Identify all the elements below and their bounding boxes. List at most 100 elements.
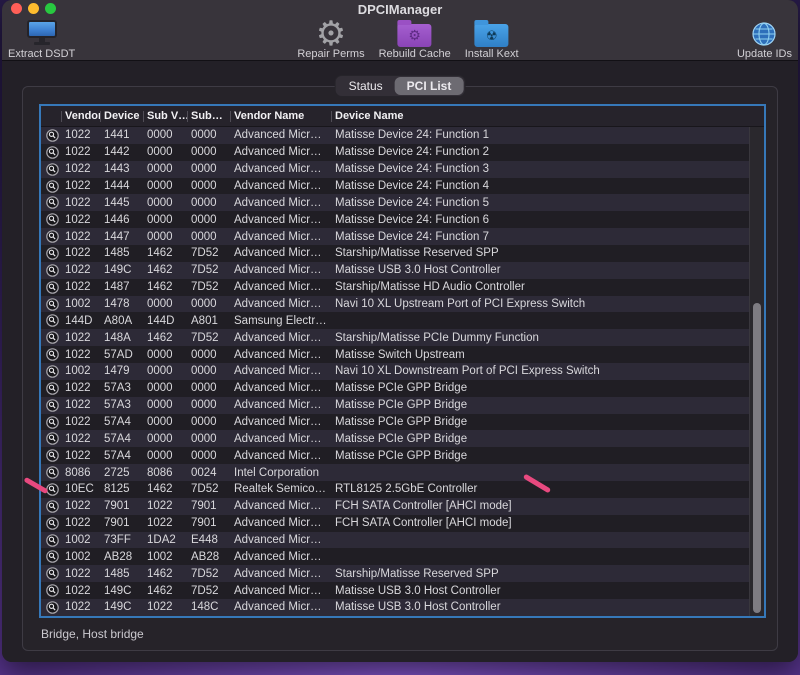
column-header-sub-vendor[interactable]: Sub V… — [143, 106, 187, 127]
table-row[interactable]: 102257A400000000Advanced Micr…Matisse PC… — [41, 430, 749, 447]
table-cell: 1022 — [61, 245, 100, 262]
table-cell: 1441 — [100, 127, 143, 144]
table-row[interactable]: 1022144200000000Advanced Micr…Matisse De… — [41, 144, 749, 161]
magnifier-icon[interactable] — [41, 430, 61, 447]
table-row[interactable]: 1022790110227901Advanced Micr…FCH SATA C… — [41, 515, 749, 532]
table-cell: 0000 — [143, 430, 187, 447]
table-row[interactable]: 1022144300000000Advanced Micr…Matisse De… — [41, 161, 749, 178]
update-ids-button[interactable]: Update IDs — [737, 16, 792, 60]
table-cell: 1022 — [61, 565, 100, 582]
magnifier-icon[interactable] — [41, 178, 61, 195]
table-cell: Advanced Micr… — [230, 548, 331, 565]
table-cell: Realtek Semico… — [230, 481, 331, 498]
magnifier-icon[interactable] — [41, 582, 61, 599]
install-kext-button[interactable]: ☢ Install Kext — [465, 16, 519, 60]
table-row[interactable]: 102257A300000000Advanced Micr…Matisse PC… — [41, 397, 749, 414]
table-cell: Starship/Matisse PCIe Dummy Function — [331, 329, 749, 346]
magnifier-icon[interactable] — [41, 127, 61, 144]
table-row[interactable]: 1002AB281002AB28Advanced Micr… — [41, 548, 749, 565]
scrollbar-track[interactable] — [749, 127, 764, 616]
table-row[interactable]: 1022144100000000Advanced Micr…Matisse De… — [41, 127, 749, 144]
magnifier-icon[interactable] — [41, 464, 61, 481]
magnifier-icon[interactable] — [41, 245, 61, 262]
table-row[interactable]: 1022148A14627D52Advanced Micr…Starship/M… — [41, 329, 749, 346]
magnifier-icon[interactable] — [41, 262, 61, 279]
icon-column-header — [41, 106, 61, 127]
table-cell: FCH SATA Controller [AHCI mode] — [331, 498, 749, 515]
table-row[interactable]: 1022149C14627D52Advanced Micr…Matisse US… — [41, 262, 749, 279]
table-cell: Navi 10 XL Downstream Port of PCI Expres… — [331, 363, 749, 380]
magnifier-icon[interactable] — [41, 296, 61, 313]
table-cell: 0000 — [143, 397, 187, 414]
table-row[interactable]: 1022148714627D52Advanced Micr…Starship/M… — [41, 279, 749, 296]
table-cell: Advanced Micr… — [230, 565, 331, 582]
table-cell: 1022 — [61, 211, 100, 228]
table-row[interactable]: 1002147800000000Advanced Micr…Navi 10 XL… — [41, 296, 749, 313]
tab-pci-list[interactable]: PCI List — [395, 77, 464, 95]
magnifier-icon[interactable] — [41, 161, 61, 178]
table-row[interactable]: 1022149C1022148CAdvanced Micr…Matisse US… — [41, 599, 749, 616]
extract-dsdt-button[interactable]: Extract DSDT — [8, 16, 75, 60]
table-row[interactable]: 100273FF1DA2E448Advanced Micr… — [41, 532, 749, 549]
column-header-sub-device[interactable]: Sub… — [187, 106, 230, 127]
table-row[interactable]: 102257A400000000Advanced Micr…Matisse PC… — [41, 447, 749, 464]
column-header-device-name[interactable]: Device Name — [331, 106, 764, 127]
magnifier-icon[interactable] — [41, 211, 61, 228]
magnifier-icon[interactable] — [41, 363, 61, 380]
table-cell: 57AD — [100, 346, 143, 363]
magnifier-icon[interactable] — [41, 329, 61, 346]
table-cell: 0000 — [187, 363, 230, 380]
table-row[interactable]: 1002147900000000Advanced Micr…Navi 10 XL… — [41, 363, 749, 380]
table-row[interactable]: 1022144600000000Advanced Micr…Matisse De… — [41, 211, 749, 228]
tab-content-box: Vendor Device Sub V… Sub… Vendor Name De… — [22, 86, 778, 651]
table-cell: Starship/Matisse HD Audio Controller — [331, 279, 749, 296]
magnifier-icon[interactable] — [41, 144, 61, 161]
magnifier-icon[interactable] — [41, 380, 61, 397]
table-cell: Advanced Micr… — [230, 296, 331, 313]
table-row[interactable]: 1022148514627D52Advanced Micr…Starship/M… — [41, 565, 749, 582]
rebuild-cache-button[interactable]: ⚙ Rebuild Cache — [379, 16, 451, 60]
column-header-vendor[interactable]: Vendor — [61, 106, 100, 127]
table-row[interactable]: 1022144400000000Advanced Micr…Matisse De… — [41, 178, 749, 195]
magnifier-icon[interactable] — [41, 414, 61, 431]
magnifier-icon[interactable] — [41, 532, 61, 549]
table-cell: 1487 — [100, 279, 143, 296]
table-row[interactable]: 10EC812514627D52Realtek Semico…RTL8125 2… — [41, 481, 749, 498]
table-cell: 0000 — [187, 414, 230, 431]
magnifier-icon[interactable] — [41, 447, 61, 464]
tab-status[interactable]: Status — [337, 77, 395, 95]
magnifier-icon[interactable] — [41, 599, 61, 616]
magnifier-icon[interactable] — [41, 548, 61, 565]
table-cell: 1DA2 — [143, 532, 187, 549]
table-cell: AB28 — [187, 548, 230, 565]
magnifier-icon[interactable] — [41, 498, 61, 515]
magnifier-icon[interactable] — [41, 312, 61, 329]
scrollbar-thumb[interactable] — [753, 303, 761, 613]
table-row[interactable]: 102257A300000000Advanced Micr…Matisse PC… — [41, 380, 749, 397]
magnifier-icon[interactable] — [41, 397, 61, 414]
magnifier-icon[interactable] — [41, 279, 61, 296]
table-cell: 1022 — [61, 127, 100, 144]
column-header-vendor-name[interactable]: Vendor Name — [230, 106, 331, 127]
magnifier-icon[interactable] — [41, 228, 61, 245]
table-row[interactable]: 1022149C14627D52Advanced Micr…Matisse US… — [41, 582, 749, 599]
table-cell: Matisse PCIe GPP Bridge — [331, 414, 749, 431]
magnifier-icon[interactable] — [41, 194, 61, 211]
table-row[interactable]: 1022790110227901Advanced Micr…FCH SATA C… — [41, 498, 749, 515]
repair-perms-button[interactable]: ⚙ Repair Perms — [297, 16, 364, 60]
table-cell: Matisse USB 3.0 Host Controller — [331, 262, 749, 279]
table-row[interactable]: 1022144700000000Advanced Micr…Matisse De… — [41, 228, 749, 245]
magnifier-icon[interactable] — [41, 346, 61, 363]
table-row[interactable]: 144DA80A144DA801Samsung Electr… — [41, 312, 749, 329]
column-header-device[interactable]: Device — [100, 106, 143, 127]
table-row[interactable]: 1022144500000000Advanced Micr…Matisse De… — [41, 194, 749, 211]
table-cell: 1485 — [100, 245, 143, 262]
table-row[interactable]: 102257AD00000000Advanced Micr…Matisse Sw… — [41, 346, 749, 363]
magnifier-icon[interactable] — [41, 515, 61, 532]
table-cell: 148A — [100, 329, 143, 346]
table-row[interactable]: 1022148514627D52Advanced Micr…Starship/M… — [41, 245, 749, 262]
table-row[interactable]: 8086272580860024Intel Corporation — [41, 464, 749, 481]
magnifier-icon[interactable] — [41, 565, 61, 582]
table-cell: 1002 — [61, 363, 100, 380]
table-row[interactable]: 102257A400000000Advanced Micr…Matisse PC… — [41, 414, 749, 431]
